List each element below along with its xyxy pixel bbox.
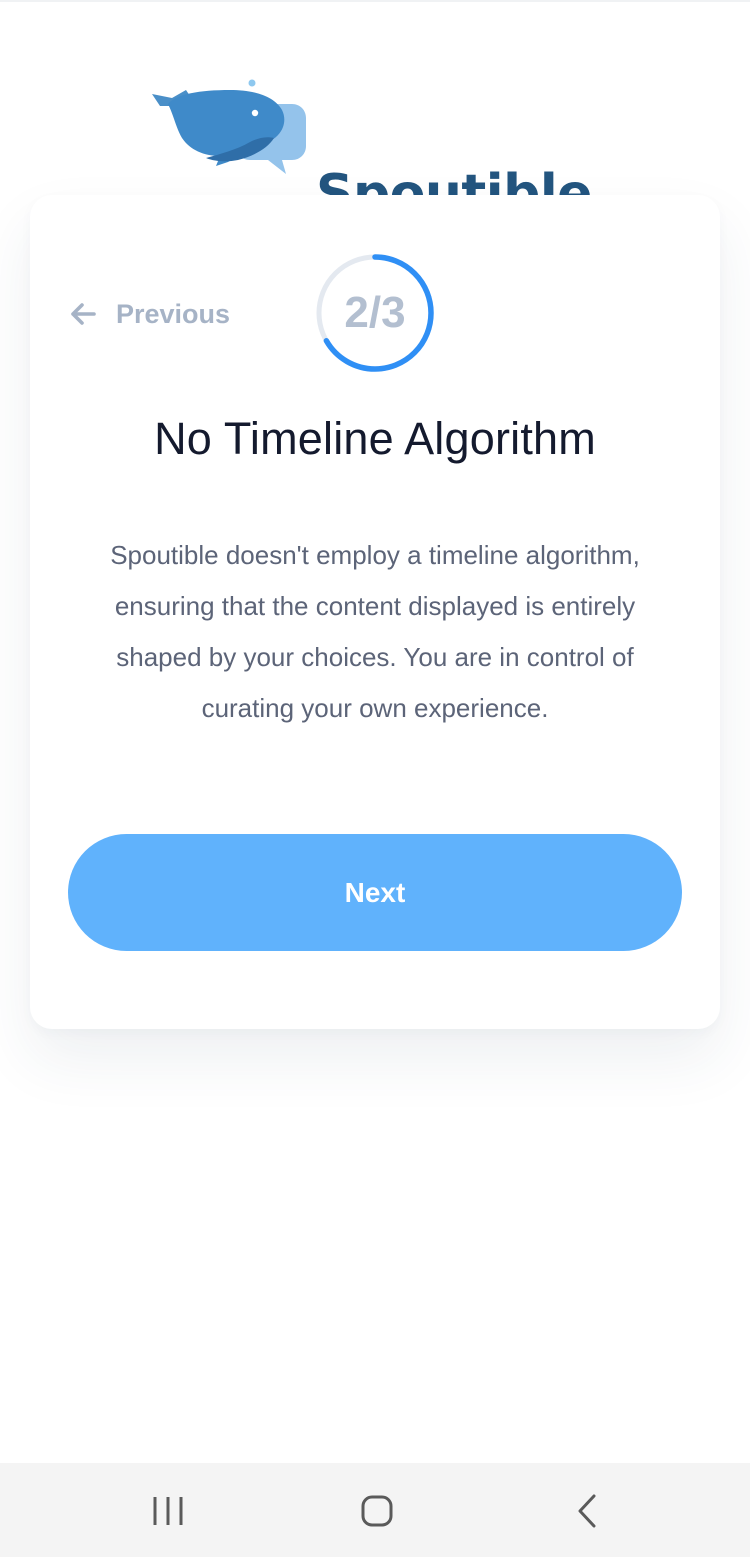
arrow-left-icon bbox=[71, 303, 96, 325]
feature-description: Spoutible doesn't employ a timeline algo… bbox=[110, 540, 640, 723]
onboarding-screen: Spoutible Previous 2/3 No Timeline Algor… bbox=[0, 0, 750, 1557]
previous-label: Previous bbox=[116, 298, 231, 329]
previous-button[interactable]: Previous bbox=[68, 292, 230, 336]
recent-apps-button[interactable] bbox=[138, 1485, 198, 1537]
back-button[interactable] bbox=[558, 1485, 618, 1537]
step-progress-indicator: 2/3 bbox=[315, 253, 435, 373]
home-icon bbox=[361, 1495, 393, 1527]
whale-logo-icon bbox=[152, 79, 306, 174]
page-title: No Timeline Algorithm bbox=[154, 413, 596, 464]
next-button[interactable]: Next bbox=[68, 834, 682, 951]
recent-apps-icon bbox=[153, 1497, 183, 1525]
spoutible-logo: Spoutible bbox=[150, 76, 610, 220]
system-navigation-bar bbox=[0, 1463, 750, 1557]
chevron-left-icon bbox=[578, 1494, 596, 1528]
onboarding-card: Previous 2/3 No Timeline Algorithm Spout… bbox=[30, 195, 720, 1029]
home-button[interactable] bbox=[347, 1485, 407, 1537]
status-divider bbox=[0, 0, 750, 2]
step-counter: 2/3 bbox=[344, 288, 406, 337]
